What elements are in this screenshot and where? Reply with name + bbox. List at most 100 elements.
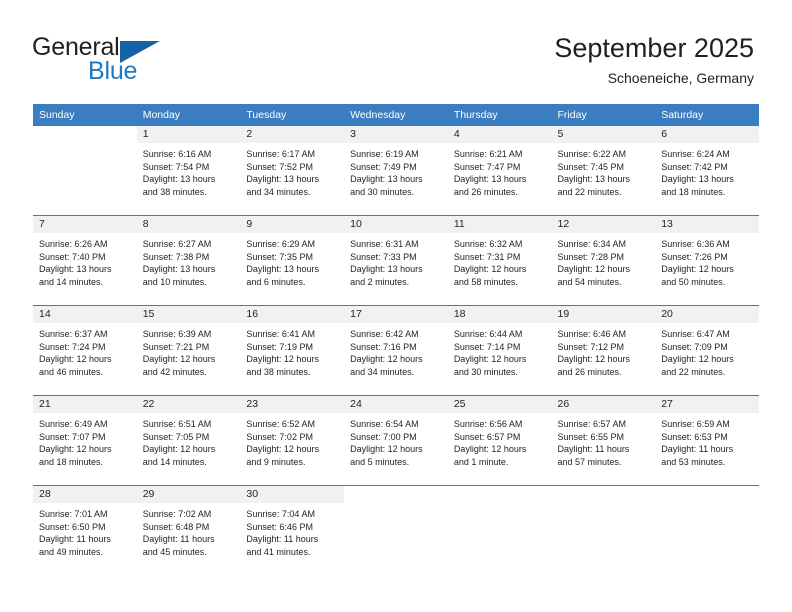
- calendar-day-cell[interactable]: 15 Sunrise: 6:39 AM Sunset: 7:21 PM Dayligh…: [136, 306, 241, 395]
- calendar-day-cell[interactable]: 7 Sunrise: 6:26 AM Sunset: 7:40 PM Daylight…: [33, 216, 137, 305]
- sunset-text: Sunset: 7:54 PM: [142, 161, 210, 172]
- calendar-day-cell[interactable]: 19 Sunrise: 6:46 AM Sunset: 7:12 PM Dayligh…: [551, 306, 656, 395]
- day-number: 16: [246, 308, 259, 320]
- daylight-text-line1: Daylight: 11 hours: [661, 444, 734, 455]
- day-number: 29: [142, 488, 155, 500]
- sunrise-text: Sunrise: 6:42 AM: [350, 329, 419, 339]
- daylight-text-line2: and 9 minutes.: [246, 456, 306, 467]
- sunrise-text: Sunrise: 6:44 AM: [453, 329, 523, 339]
- calendar-grid: Sunday Monday Tuesday Wednesday Thursday…: [33, 104, 759, 575]
- calendar-day-cell[interactable]: 16 Sunrise: 6:41 AM Sunset: 7:19 PM Dayligh…: [240, 306, 345, 395]
- calendar-day-cell[interactable]: 6 Sunrise: 6:24 AM Sunset: 7:42 PM Daylight…: [655, 126, 759, 215]
- calendar-day-cell[interactable]: 5 Sunrise: 6:22 AM Sunset: 7:45 PM Daylight…: [551, 126, 656, 215]
- day-number-band: 12: [551, 216, 656, 234]
- day-number: 12: [557, 218, 570, 230]
- calendar-day-cell[interactable]: 2 Sunrise: 6:17 AM Sunset: 7:52 PM Daylight…: [240, 126, 345, 215]
- calendar-day-cell[interactable]: 10 Sunrise: 6:31 AM Sunset: 7:33 PM Dayligh…: [344, 216, 448, 305]
- daylight-text-line2: and 53 minutes.: [661, 456, 726, 467]
- sunset-text: Sunset: 7:45 PM: [557, 161, 625, 172]
- day-number: 24: [350, 398, 362, 410]
- calendar-day-cell-empty: [551, 486, 656, 575]
- sunset-text: Sunset: 7:14 PM: [453, 341, 521, 352]
- calendar-day-cell[interactable]: 26 Sunrise: 6:57 AM Sunset: 6:55 PM Dayligh…: [551, 396, 656, 485]
- calendar-day-cell[interactable]: 18 Sunrise: 6:44 AM Sunset: 7:14 PM Dayligh…: [447, 306, 552, 395]
- calendar-day-cell[interactable]: 24 Sunrise: 6:54 AM Sunset: 7:00 PM Dayligh…: [344, 396, 448, 485]
- daylight-text-line2: and 45 minutes.: [142, 546, 207, 557]
- sunrise-text: Sunrise: 6:31 AM: [350, 239, 419, 249]
- calendar-day-cell[interactable]: 17 Sunrise: 6:42 AM Sunset: 7:16 PM Dayligh…: [344, 306, 448, 395]
- daylight-text-line2: and 22 minutes.: [661, 366, 726, 377]
- sunrise-text: Sunrise: 6:59 AM: [661, 419, 730, 429]
- daylight-text-line1: Daylight: 12 hours: [661, 354, 734, 365]
- sunset-text: Sunset: 6:50 PM: [39, 521, 106, 532]
- calendar-day-cell[interactable]: 30 Sunrise: 7:04 AM Sunset: 6:46 PM Dayligh…: [240, 486, 345, 575]
- calendar-week-row: 1 Sunrise: 6:16 AM Sunset: 7:54 PM Daylight…: [33, 126, 759, 215]
- sunset-text: Sunset: 7:12 PM: [557, 341, 625, 352]
- calendar-day-cell-empty: [447, 486, 552, 575]
- daylight-text-line2: and 10 minutes.: [142, 276, 207, 287]
- sunset-text: Sunset: 7:49 PM: [350, 161, 417, 172]
- calendar-day-cell[interactable]: 29 Sunrise: 7:02 AM Sunset: 6:48 PM Dayligh…: [136, 486, 241, 575]
- daylight-text-line1: Daylight: 13 hours: [350, 264, 423, 275]
- day-number-band: [551, 486, 656, 504]
- calendar-day-cell[interactable]: 27 Sunrise: 6:59 AM Sunset: 6:53 PM Dayligh…: [655, 396, 759, 485]
- calendar-day-cell[interactable]: 3 Sunrise: 6:19 AM Sunset: 7:49 PM Daylight…: [344, 126, 448, 215]
- page-subtitle: Schoeneiche, Germany: [607, 70, 754, 86]
- calendar-day-cell[interactable]: 1 Sunrise: 6:16 AM Sunset: 7:54 PM Daylight…: [136, 126, 241, 215]
- calendar-day-cell[interactable]: 8 Sunrise: 6:27 AM Sunset: 7:38 PM Daylight…: [136, 216, 241, 305]
- daylight-text-line2: and 38 minutes.: [142, 186, 207, 197]
- daylight-text-line1: Daylight: 13 hours: [246, 264, 319, 275]
- day-number-band: 1: [136, 126, 241, 144]
- sunrise-text: Sunrise: 6:49 AM: [39, 419, 108, 429]
- calendar-day-cell[interactable]: 14 Sunrise: 6:37 AM Sunset: 7:24 PM Dayligh…: [33, 306, 137, 395]
- calendar-day-cell[interactable]: 13 Sunrise: 6:36 AM Sunset: 7:26 PM Dayligh…: [655, 216, 759, 305]
- day-number-band: 5: [551, 126, 656, 144]
- calendar-day-cell[interactable]: 21 Sunrise: 6:49 AM Sunset: 7:07 PM Dayligh…: [33, 396, 137, 485]
- day-number-band: 21: [33, 396, 137, 414]
- sunset-text: Sunset: 7:24 PM: [39, 341, 106, 352]
- weekday-header-friday: Friday: [557, 109, 587, 121]
- day-number-band: 30: [240, 486, 345, 504]
- sunset-text: Sunset: 7:09 PM: [661, 341, 728, 352]
- daylight-text-line2: and 54 minutes.: [557, 276, 622, 287]
- daylight-text-line2: and 34 minutes.: [350, 366, 415, 377]
- sunset-text: Sunset: 7:52 PM: [246, 161, 313, 172]
- calendar-day-cell[interactable]: 9 Sunrise: 6:29 AM Sunset: 7:35 PM Daylight…: [240, 216, 345, 305]
- sunset-text: Sunset: 7:28 PM: [557, 251, 625, 262]
- calendar-day-cell-empty: [655, 486, 759, 575]
- day-number: 22: [142, 398, 155, 410]
- day-sun-info: Sunrise: 7:02 AM Sunset: 6:48 PM Daylight:…: [137, 504, 241, 558]
- calendar-day-cell[interactable]: 12 Sunrise: 6:34 AM Sunset: 7:28 PM Dayligh…: [551, 216, 656, 305]
- daylight-text-line1: Daylight: 13 hours: [246, 174, 319, 185]
- day-sun-info: Sunrise: 6:56 AM Sunset: 6:57 PM Daylight:…: [448, 414, 552, 468]
- day-number: 20: [661, 308, 673, 320]
- calendar-day-cell[interactable]: 22 Sunrise: 6:51 AM Sunset: 7:05 PM Dayligh…: [136, 396, 241, 485]
- calendar-weeks: 1 Sunrise: 6:16 AM Sunset: 7:54 PM Daylight…: [33, 126, 759, 575]
- day-sun-info: Sunrise: 6:36 AM Sunset: 7:26 PM Daylight:…: [655, 234, 759, 288]
- day-number-band: 8: [136, 216, 241, 234]
- calendar-day-cell[interactable]: 23 Sunrise: 6:52 AM Sunset: 7:02 PM Dayligh…: [240, 396, 345, 485]
- day-number: 5: [557, 128, 564, 140]
- daylight-text-line2: and 38 minutes.: [246, 366, 311, 377]
- day-number-band: 24: [344, 396, 448, 414]
- calendar-week-row: 21 Sunrise: 6:49 AM Sunset: 7:07 PM Dayligh…: [33, 395, 759, 485]
- daylight-text-line2: and 22 minutes.: [557, 186, 622, 197]
- calendar-day-cell[interactable]: 25 Sunrise: 6:56 AM Sunset: 6:57 PM Dayligh…: [447, 396, 552, 485]
- calendar-day-cell[interactable]: 28 Sunrise: 7:01 AM Sunset: 6:50 PM Dayligh…: [33, 486, 137, 575]
- general-blue-logo[interactable]: General Blue: [32, 33, 232, 89]
- weekday-header-thursday: Thursday: [453, 109, 498, 121]
- sunset-text: Sunset: 7:05 PM: [142, 431, 210, 442]
- day-sun-info: Sunrise: 6:52 AM Sunset: 7:02 PM Daylight:…: [240, 414, 344, 468]
- day-number: 4: [453, 128, 460, 140]
- sunset-text: Sunset: 7:47 PM: [453, 161, 521, 172]
- day-number: 3: [350, 128, 356, 140]
- day-number: 18: [453, 308, 466, 320]
- sunrise-text: Sunrise: 6:56 AM: [453, 419, 523, 429]
- day-number-band: 10: [344, 216, 448, 234]
- calendar-day-cell[interactable]: 11 Sunrise: 6:32 AM Sunset: 7:31 PM Dayligh…: [447, 216, 552, 305]
- calendar-day-cell[interactable]: 4 Sunrise: 6:21 AM Sunset: 7:47 PM Daylight…: [447, 126, 552, 215]
- sunrise-text: Sunrise: 6:34 AM: [557, 239, 627, 249]
- calendar-day-cell[interactable]: 20 Sunrise: 6:47 AM Sunset: 7:09 PM Dayligh…: [655, 306, 759, 395]
- day-number-band: 16: [240, 306, 345, 324]
- daylight-text-line2: and 14 minutes.: [142, 456, 207, 467]
